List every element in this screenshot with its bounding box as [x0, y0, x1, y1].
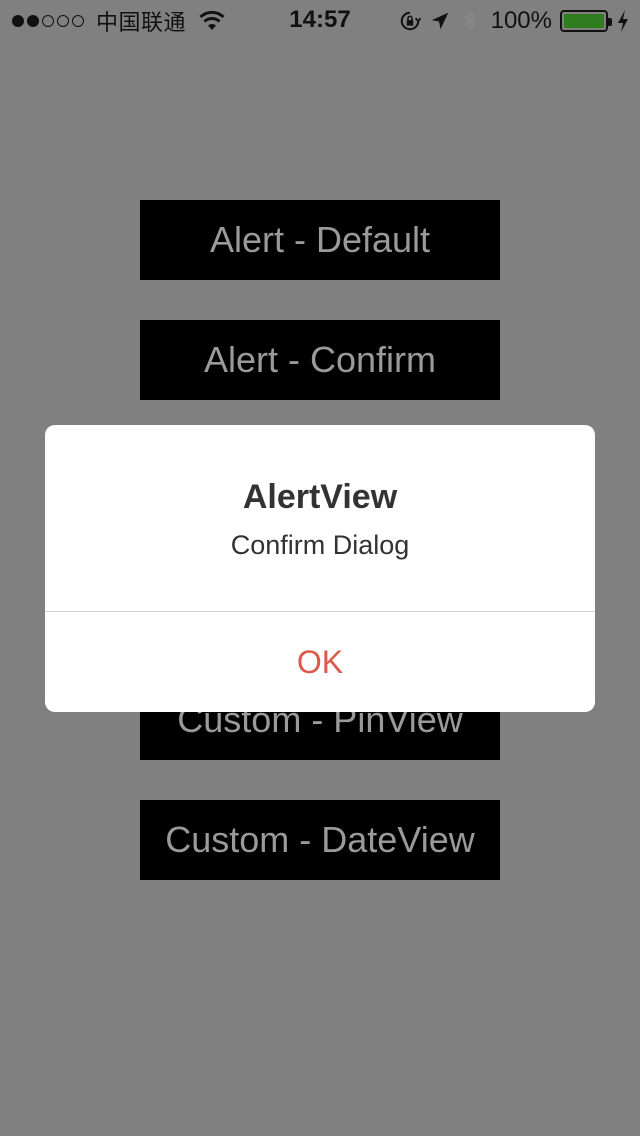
- charging-icon: [618, 10, 628, 32]
- battery-percent: 100%: [490, 7, 552, 34]
- status-right: 100%: [399, 7, 630, 35]
- alert-message: Confirm Dialog: [230, 530, 410, 560]
- alert-dialog: AlertView Confirm Dialog OK: [45, 425, 595, 712]
- custom-dateview-button[interactable]: Custom - DateView: [140, 800, 500, 880]
- battery-nub: [608, 18, 612, 26]
- bluetooth-icon: [463, 11, 476, 31]
- alert-default-button[interactable]: Alert - Default: [140, 200, 500, 280]
- battery-icon: [560, 10, 612, 32]
- status-bar: 中国联通 14:57 100%: [0, 0, 640, 40]
- alert-title: AlertView: [242, 478, 398, 516]
- ok-button[interactable]: OK: [45, 612, 595, 712]
- location-icon: [431, 12, 448, 30]
- rotation-lock-icon: [400, 11, 421, 31]
- screen: 中国联通 14:57 100% Alert - Default Alert - …: [0, 0, 640, 1136]
- alert-confirm-button[interactable]: Alert - Confirm: [140, 320, 500, 400]
- battery-fill: [564, 14, 604, 28]
